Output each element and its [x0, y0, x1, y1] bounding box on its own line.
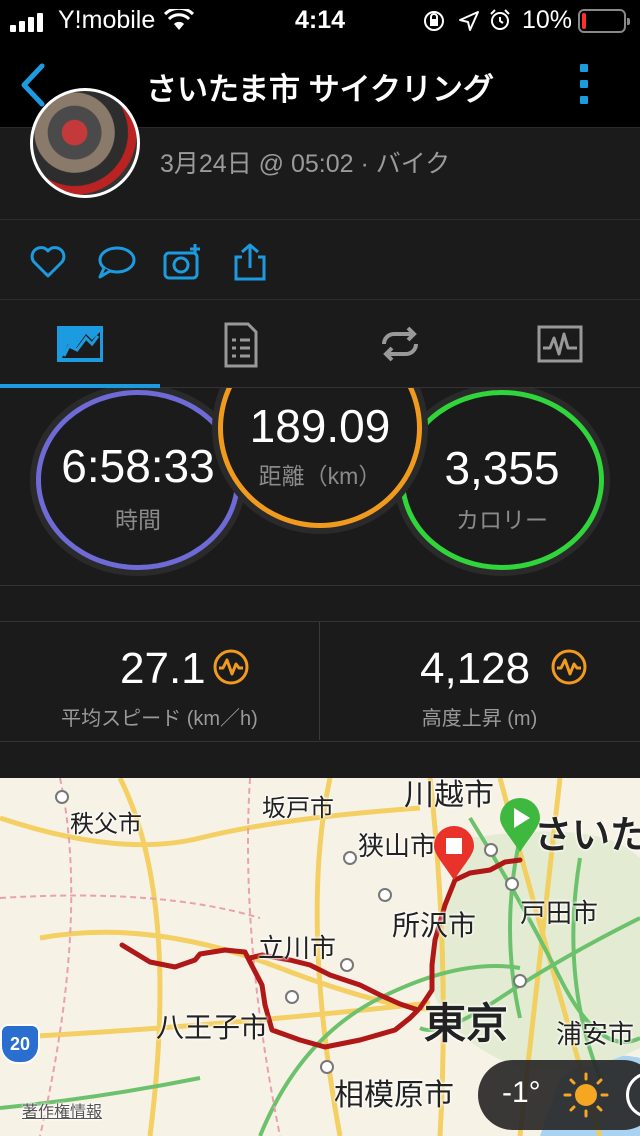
map-label: 八王子市	[156, 1012, 269, 1043]
map-label: 相模原市	[334, 1079, 454, 1112]
loop-icon	[382, 326, 418, 362]
map-city-dot	[513, 974, 527, 988]
heart-rate-icon	[551, 649, 587, 685]
map-label: 狭山市	[358, 831, 437, 861]
avg-speed-label: 平均スピード (km／h)	[61, 708, 258, 730]
map-city-dot	[55, 790, 69, 804]
activity-header: 3月24日 @ 05:02 · バイク	[0, 88, 640, 220]
battery-percent: 10%	[522, 6, 573, 34]
heart-rate-icon	[213, 649, 249, 685]
calories-label: カロリー	[456, 507, 548, 533]
map-city-dot	[378, 888, 392, 902]
battery-icon	[578, 9, 630, 33]
weather-widget[interactable]: -1°	[478, 1060, 640, 1130]
weather-temperature: -1°	[502, 1076, 541, 1109]
air-quality-icon	[626, 1072, 640, 1118]
distance-stat: 189.09 距離（km）	[218, 388, 422, 528]
map-label: 戸田市	[520, 898, 599, 928]
map-city-dot	[343, 851, 357, 865]
map-label: 浦安市	[556, 1019, 635, 1049]
document-list-icon	[224, 322, 258, 368]
map-label: 東京	[424, 1000, 509, 1047]
rotation-lock-icon	[424, 11, 444, 31]
distance-label: 距離（km）	[258, 463, 382, 489]
action-bar	[0, 220, 640, 300]
summary-stats: 6:58:33 時間 3,355 カロリー 189.09 距離（km）	[0, 388, 640, 586]
sun-icon	[563, 1072, 609, 1118]
alarm-icon	[490, 9, 510, 30]
highway-shield-icon: 20	[0, 1024, 40, 1064]
summary-chart-icon	[57, 326, 103, 362]
calories-stat: 3,355 カロリー	[400, 390, 604, 570]
heart-rate-graph-icon	[537, 325, 583, 363]
avg-speed-value: 27.1	[120, 644, 206, 693]
start-pin-icon[interactable]	[498, 798, 542, 854]
elevation-gain-label: 高度上昇 (m)	[421, 708, 538, 730]
end-pin-icon[interactable]	[432, 826, 476, 882]
tab-bar	[0, 300, 640, 388]
avg-speed-metric[interactable]: 27.1 平均スピード (km／h)	[0, 622, 319, 740]
section-spacer	[0, 586, 640, 622]
map-label: さいたま	[534, 815, 640, 857]
elevation-gain-value: 4,128	[420, 644, 531, 693]
heart-icon[interactable]	[28, 242, 68, 282]
tab-graphs[interactable]	[480, 300, 640, 388]
map-city-dot	[505, 877, 519, 891]
add-photo-icon[interactable]	[162, 242, 202, 282]
battery-level	[582, 13, 586, 29]
map-city-dot	[340, 958, 354, 972]
activity-photo[interactable]	[30, 88, 140, 198]
share-icon[interactable]	[230, 242, 270, 282]
status-bar: Y!mobile 4:14 10%	[0, 0, 640, 40]
route-map[interactable]: 秩父市 坂戸市 川越市 狭山市 さいたま 戸田市 所沢市 立川市 八王子市 東京…	[0, 778, 640, 1136]
map-label: 川越市	[404, 779, 494, 812]
more-options-icon[interactable]	[570, 60, 600, 110]
elevation-gain-metric[interactable]: 4,128 高度上昇 (m)	[320, 622, 639, 740]
map-label: 所沢市	[392, 910, 477, 941]
map-label: 坂戸市	[262, 795, 334, 822]
copyright-link[interactable]: 著作権情報	[22, 1098, 102, 1122]
time-value: 6:58:33	[61, 440, 215, 492]
map-city-dot	[320, 1060, 334, 1074]
distance-value: 189.09	[249, 400, 391, 452]
map-label: 立川市	[258, 933, 337, 963]
section-spacer	[0, 742, 640, 778]
activity-date: 3月24日 @ 05:02 · バイク	[160, 150, 451, 178]
location-icon	[459, 11, 479, 31]
tab-laps[interactable]	[320, 300, 480, 388]
tab-summary[interactable]	[0, 300, 160, 388]
map-city-dot	[484, 843, 498, 857]
time-stat: 6:58:33 時間	[36, 390, 240, 570]
calories-value: 3,355	[444, 442, 560, 494]
comment-icon[interactable]	[96, 242, 136, 282]
time-label: 時間	[115, 507, 161, 533]
metrics-row: 27.1 平均スピード (km／h) 4,128 高度上昇 (m)	[0, 622, 640, 742]
tab-details[interactable]	[160, 300, 320, 388]
map-label: 秩父市	[70, 811, 142, 838]
map-city-dot	[285, 990, 299, 1004]
